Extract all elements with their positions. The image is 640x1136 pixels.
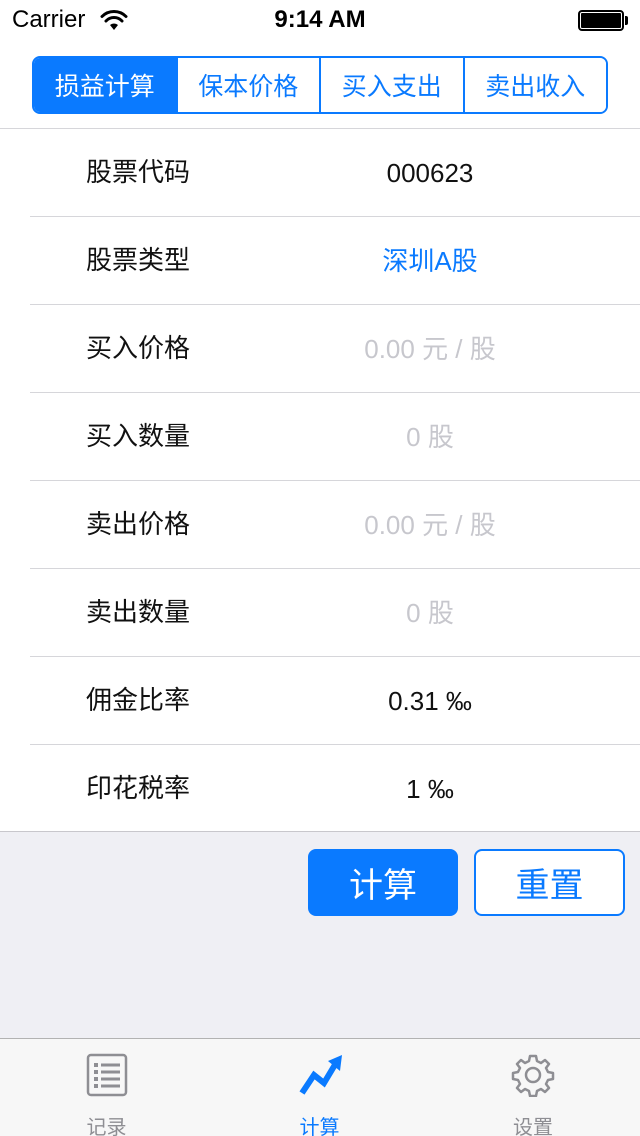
stock-type-selector[interactable]: 深圳A股 (290, 217, 570, 305)
sell-price-label: 卖出价格 (86, 510, 191, 540)
stock-code-label: 股票代码 (86, 158, 191, 188)
tab-calculate-label: 计算 (299, 1115, 340, 1136)
gear-icon (511, 1054, 555, 1097)
buy-price-label: 买入价格 (86, 334, 191, 364)
commission-rate-field[interactable]: 0.31 ‰ (290, 657, 570, 745)
sell-price-field[interactable]: 0.00 元 / 股 (290, 481, 570, 569)
stamp-tax-rate-field[interactable]: 1 ‰ (290, 745, 570, 833)
buy-price-row: 买入价格 0.00 元 / 股 (0, 305, 640, 393)
buy-quantity-label: 买入数量 (86, 422, 191, 452)
stock-code-field[interactable]: 000623 (290, 129, 570, 217)
segment-sell-income[interactable]: 卖出收入 (464, 58, 606, 112)
stamp-tax-rate-label: 印花税率 (86, 774, 191, 804)
buy-price-field[interactable]: 0.00 元 / 股 (290, 305, 570, 393)
calculation-mode-segmented-control: 损益计算 保本价格 买入支出 卖出收入 (32, 56, 608, 114)
stock-code-row: 股票代码 000623 (0, 129, 640, 217)
battery-icon (578, 10, 628, 31)
sell-quantity-label: 卖出数量 (86, 598, 191, 628)
status-bar: Carrier 9:14 AM (0, 0, 640, 40)
commission-rate-label: 佣金比率 (86, 686, 191, 716)
tab-bar: 记录 计算 设置 (0, 1038, 640, 1136)
stock-type-row: 股票类型 深圳A股 (0, 217, 640, 305)
tab-records-label: 记录 (86, 1115, 127, 1136)
reset-button[interactable]: 重置 (474, 849, 625, 916)
sell-quantity-row: 卖出数量 0 股 (0, 569, 640, 657)
clock: 9:14 AM (274, 6, 366, 33)
segment-profit-loss[interactable]: 损益计算 (34, 58, 178, 112)
stock-type-label: 股票类型 (86, 246, 191, 276)
tab-settings-label: 设置 (513, 1115, 553, 1136)
buy-quantity-field[interactable]: 0 股 (290, 393, 570, 481)
calculation-form: 股票代码 000623 股票类型 深圳A股 买入价格 0.00 元 / 股 买入… (0, 129, 640, 833)
segment-buy-cost[interactable]: 买入支出 (321, 58, 465, 112)
tab-settings[interactable]: 设置 (426, 1039, 640, 1136)
calculate-button[interactable]: 计算 (308, 849, 458, 916)
stamp-tax-rate-row: 印花税率 1 ‰ (0, 745, 640, 833)
sell-quantity-field[interactable]: 0 股 (290, 569, 570, 657)
tab-calculate[interactable]: 计算 (213, 1039, 426, 1136)
segment-breakeven-price[interactable]: 保本价格 (177, 58, 321, 112)
buy-quantity-row: 买入数量 0 股 (0, 393, 640, 481)
chart-trend-icon (299, 1055, 342, 1095)
list-icon (86, 1053, 127, 1097)
commission-rate-row: 佣金比率 0.31 ‰ (0, 657, 640, 745)
sell-price-row: 卖出价格 0.00 元 / 股 (0, 481, 640, 569)
action-area: 计算 重置 (0, 831, 640, 1038)
tab-records[interactable]: 记录 (0, 1039, 213, 1136)
